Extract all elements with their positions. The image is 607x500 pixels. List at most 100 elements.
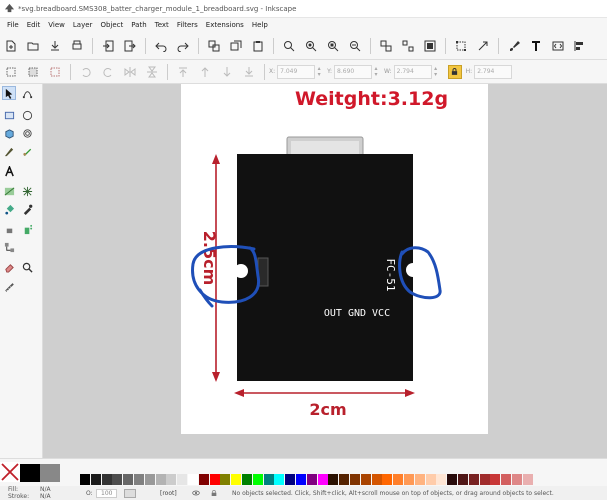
opacity-input[interactable]: 100	[96, 488, 118, 498]
palette-swatch[interactable]	[393, 474, 404, 485]
palette-swatch[interactable]	[414, 474, 425, 485]
dropper-tool[interactable]	[20, 202, 34, 216]
palette-swatch[interactable]	[90, 474, 101, 485]
pen-tool[interactable]	[2, 144, 16, 158]
y-spin-arrows[interactable]: ▴ ▾	[372, 65, 380, 79]
paint-bucket-tool[interactable]	[2, 202, 16, 216]
no-paint-swatch[interactable]	[0, 462, 20, 482]
x-spin-arrows[interactable]: ▴ ▾	[315, 65, 323, 79]
palette-swatch[interactable]	[468, 474, 479, 485]
measure-tool[interactable]	[2, 280, 16, 294]
redo-button[interactable]	[175, 38, 191, 54]
y-input[interactable]: 8.690	[334, 64, 373, 79]
palette-swatch[interactable]	[339, 474, 350, 485]
fill-color-swatch[interactable]	[20, 464, 40, 482]
text-font-button[interactable]	[528, 38, 544, 54]
ungroup-button[interactable]	[400, 38, 416, 54]
palette-swatch[interactable]	[328, 474, 339, 485]
x-input[interactable]: 7.049	[277, 64, 316, 79]
node-editor-button[interactable]	[453, 38, 469, 54]
width-spin-arrows[interactable]: ▴ ▾	[432, 65, 440, 79]
drawing-canvas[interactable]	[43, 84, 607, 458]
duplicate-button[interactable]	[206, 38, 222, 54]
palette-swatch[interactable]	[188, 474, 198, 485]
menu-file[interactable]: File	[3, 21, 23, 29]
menu-filters[interactable]: Filters	[173, 21, 202, 29]
zoom-drawing-button[interactable]	[303, 38, 319, 54]
stroke-color-swatch[interactable]	[40, 464, 60, 482]
group-button[interactable]	[378, 38, 394, 54]
select-all-layers-button[interactable]	[25, 64, 41, 80]
3d-box-tool[interactable]	[2, 126, 16, 140]
rotate-cw-button[interactable]	[100, 64, 116, 80]
palette-swatch[interactable]	[436, 474, 447, 485]
spray-tool[interactable]	[20, 222, 34, 236]
rectangle-tool[interactable]	[2, 108, 16, 122]
print-button[interactable]	[69, 38, 85, 54]
menu-object[interactable]: Object	[96, 21, 127, 29]
palette-swatch[interactable]	[80, 474, 90, 485]
tweak-tool[interactable]	[2, 222, 16, 236]
flip-vertical-button[interactable]	[144, 64, 160, 80]
palette-swatch[interactable]	[522, 474, 533, 485]
palette-swatch[interactable]	[490, 474, 501, 485]
palette-swatch[interactable]	[231, 474, 242, 485]
width-input[interactable]: 2.794	[393, 64, 432, 79]
palette-swatch[interactable]	[458, 474, 468, 485]
menu-help[interactable]: Help	[248, 21, 272, 29]
current-layer[interactable]: [root]	[160, 490, 177, 497]
spiral-tool[interactable]	[20, 126, 34, 140]
palette-swatch[interactable]	[360, 474, 371, 485]
palette-swatch[interactable]	[501, 474, 512, 485]
palette-swatch[interactable]	[263, 474, 274, 485]
zoom-selection-button[interactable]	[281, 38, 297, 54]
calligraphy-tool[interactable]	[20, 144, 34, 158]
fill-stroke-button[interactable]	[506, 38, 522, 54]
palette-swatch[interactable]	[479, 474, 490, 485]
height-input[interactable]: 2.794	[474, 64, 513, 79]
deselect-button[interactable]	[47, 64, 63, 80]
palette-swatch[interactable]	[512, 474, 522, 485]
save-button[interactable]	[47, 38, 63, 54]
zoom-width-button[interactable]	[347, 38, 363, 54]
gradient-tool[interactable]	[2, 184, 16, 198]
mesh-tool[interactable]	[20, 184, 34, 198]
palette-swatch[interactable]	[382, 474, 393, 485]
new-document-button[interactable]	[3, 38, 19, 54]
palette-swatch[interactable]	[101, 474, 112, 485]
menu-text[interactable]: Text	[151, 21, 173, 29]
zoom-page-button[interactable]	[325, 38, 341, 54]
layer-lock-icon[interactable]	[210, 489, 218, 497]
zoom-tool[interactable]	[20, 260, 34, 274]
palette-swatch[interactable]	[166, 474, 177, 485]
palette-swatch[interactable]	[198, 474, 209, 485]
align-distribute-button[interactable]	[572, 38, 588, 54]
menu-extensions[interactable]: Extensions	[202, 21, 248, 29]
palette-swatch[interactable]	[274, 474, 285, 485]
palette-swatch[interactable]	[306, 474, 317, 485]
xml-editor-button[interactable]	[550, 38, 566, 54]
ellipse-tool[interactable]	[20, 108, 34, 122]
lock-proportions-button[interactable]	[447, 64, 462, 79]
export-button[interactable]	[122, 38, 138, 54]
menu-view[interactable]: View	[44, 21, 69, 29]
palette-swatch[interactable]	[371, 474, 382, 485]
transform-button[interactable]	[475, 38, 491, 54]
palette-swatch[interactable]	[177, 474, 188, 485]
raise-to-top-button[interactable]	[175, 64, 191, 80]
palette-swatch[interactable]	[220, 474, 231, 485]
palette-swatch[interactable]	[296, 474, 306, 485]
palette-swatch[interactable]	[285, 474, 296, 485]
palette-swatch[interactable]	[242, 474, 252, 485]
palette-swatch[interactable]	[425, 474, 436, 485]
flip-horizontal-button[interactable]	[122, 64, 138, 80]
selector-tool[interactable]	[2, 86, 16, 100]
menu-edit[interactable]: Edit	[23, 21, 45, 29]
paste-button[interactable]	[250, 38, 266, 54]
rotate-ccw-button[interactable]	[78, 64, 94, 80]
palette-swatch[interactable]	[112, 474, 123, 485]
palette-swatch[interactable]	[144, 474, 155, 485]
palette-swatch[interactable]	[155, 474, 166, 485]
menu-layer[interactable]: Layer	[69, 21, 97, 29]
palette-swatch[interactable]	[404, 474, 414, 485]
